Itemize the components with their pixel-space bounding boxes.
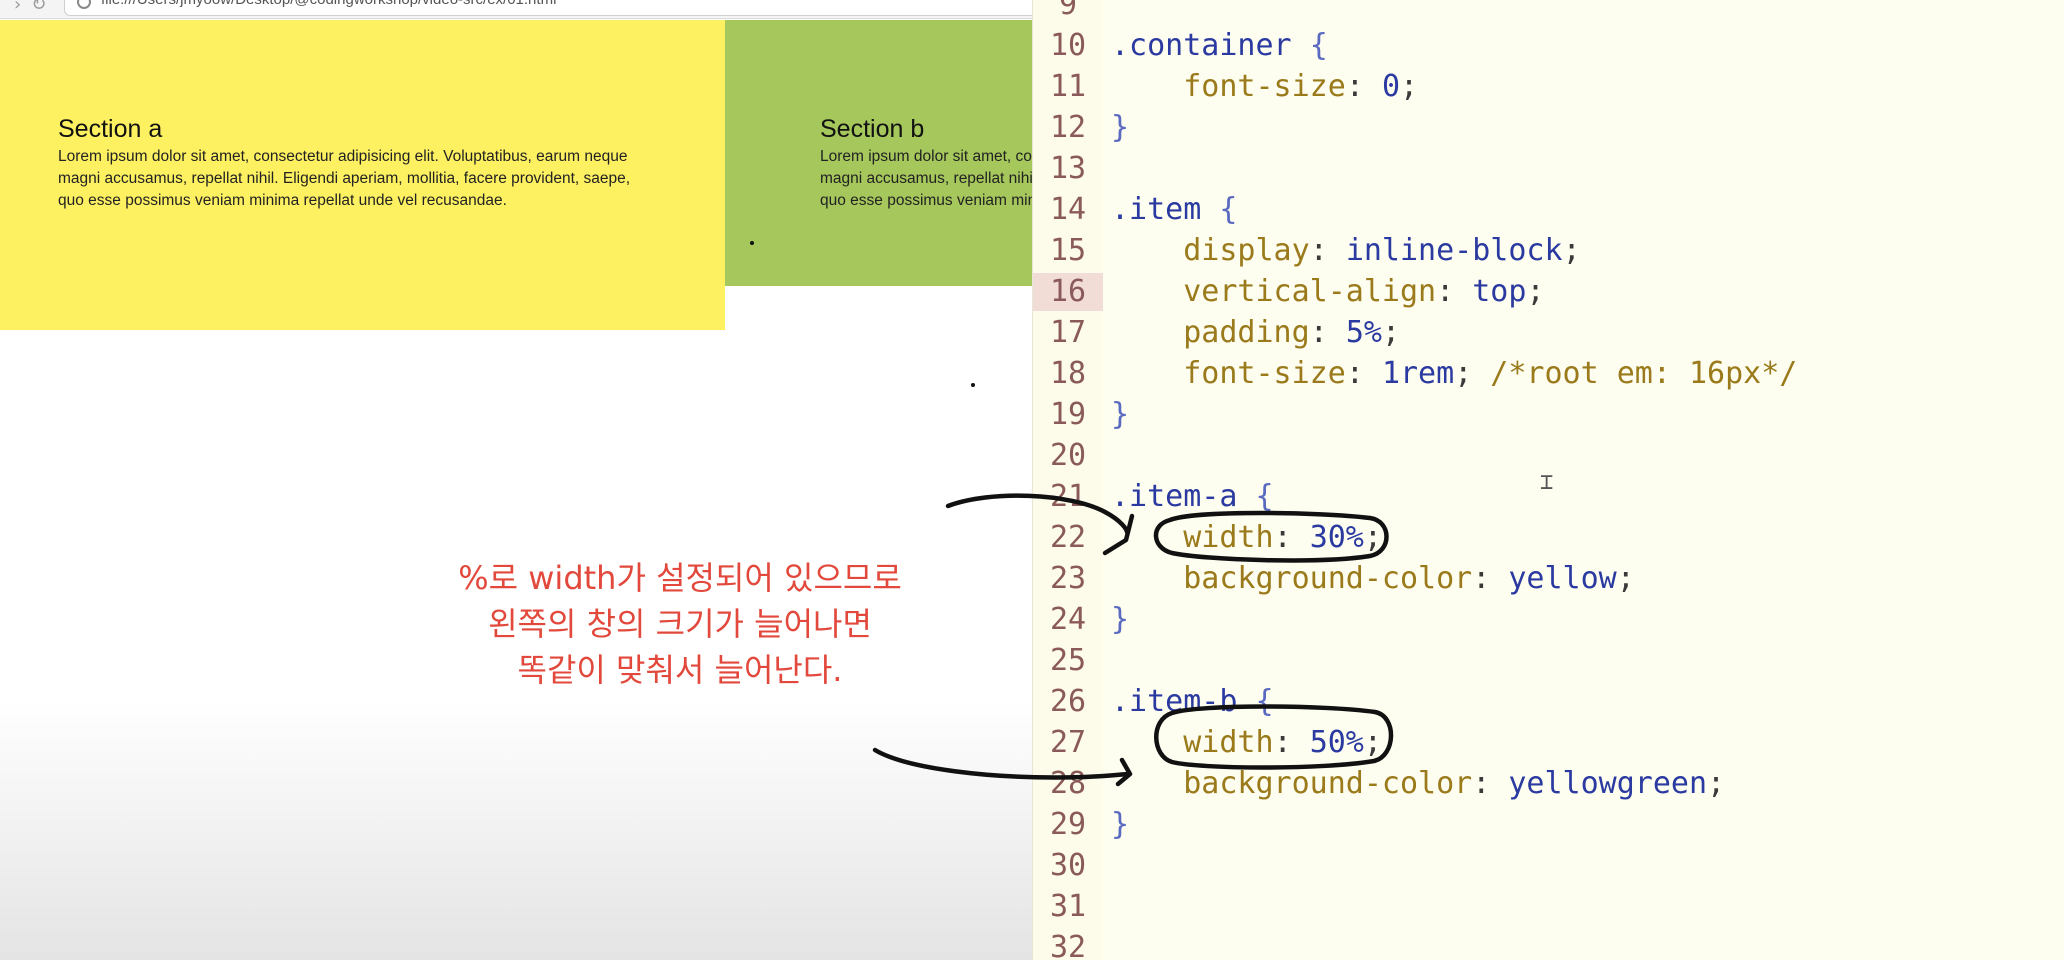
stray-dot [750,241,754,245]
line-number: 10 [1049,28,1087,63]
line-number: 25 [1049,643,1087,678]
info-icon [77,0,91,9]
back-forward-reload-icons[interactable]: ›↻ [14,0,56,15]
line-number: 9 [1058,0,1078,22]
section-a: Section a Lorem ipsum dolor sit amet, co… [0,20,725,330]
line-number: 13 [1049,151,1087,186]
code-line[interactable]: background-color: yellowgreen; [1111,765,1725,803]
stray-dot [971,383,975,387]
code-line[interactable]: font-size: 1rem; /*root em: 16px*/ [1111,355,1797,393]
code-line[interactable]: width: 30%; [1111,519,1382,557]
annotation-caption: %로 width가 설정되어 있으므로 왼쪽의 창의 크기가 늘어나면 똑같이 … [458,559,902,689]
bottom-shade [0,700,1032,960]
line-number: 12 [1049,110,1087,145]
section-b-title: Section b [820,115,925,143]
line-number: 16 [1033,273,1103,311]
code-line[interactable]: width: 50%; [1111,724,1382,762]
url-field[interactable]: file:///Users/jmyoow/Desktop/@codingwork… [64,0,1032,16]
line-number: 32 [1049,930,1087,960]
code-line[interactable]: } [1111,396,1129,434]
code-line[interactable]: .container { [1111,27,1328,65]
section-a-title: Section a [58,115,163,143]
line-number: 24 [1049,602,1087,637]
code-line[interactable]: display: inline-block; [1111,232,1580,270]
code-line[interactable]: .item { [1111,191,1237,229]
code-line[interactable]: } [1111,601,1129,639]
browser-viewport: ›↻ file:///Users/jmyoow/Desktop/@codingw… [0,0,1032,960]
line-number: 18 [1049,356,1087,391]
code-line[interactable]: } [1111,109,1129,147]
section-a-body: Lorem ipsum dolor sit amet, consectetur … [58,148,631,209]
code-line[interactable]: .item-a { [1111,478,1274,516]
address-bar: ›↻ file:///Users/jmyoow/Desktop/@codingw… [0,0,1032,19]
code-line[interactable]: font-size: 0; [1111,68,1418,106]
url-text: file:///Users/jmyoow/Desktop/@codingwork… [101,0,556,8]
line-number: 23 [1049,561,1087,596]
section-b: Section b Lorem ipsum dolor sit amet, co… [725,20,1032,286]
text-cursor-icon: ⌶ [1540,470,1554,495]
line-number: 11 [1049,69,1087,104]
line-number: 17 [1049,315,1087,350]
section-b-body: Lorem ipsum dolor sit amet, consectetur … [820,148,1032,209]
code-line[interactable]: vertical-align: top; [1111,273,1544,311]
line-number: 26 [1049,684,1087,719]
line-number: 14 [1049,192,1087,227]
line-number: 29 [1049,807,1087,842]
line-number: 22 [1049,520,1087,555]
code-line[interactable]: } [1111,806,1129,844]
line-number: 31 [1049,889,1087,924]
code-line[interactable]: background-color: yellow; [1111,560,1635,598]
line-number: 19 [1049,397,1087,432]
line-number: 21 [1049,479,1087,514]
line-number: 30 [1049,848,1087,883]
line-number-gutter: 9 10 11 12 13 14 15 16 17 18 19 20 21 22 23 24 25 26 27 28 2… [1033,0,1103,960]
line-number: 27 [1049,725,1087,760]
line-number: 15 [1049,233,1087,268]
line-number: 20 [1049,438,1087,473]
code-line[interactable]: .item-b { [1111,683,1274,721]
code-line[interactable]: padding: 5%; [1111,314,1400,352]
line-number: 28 [1049,766,1087,801]
